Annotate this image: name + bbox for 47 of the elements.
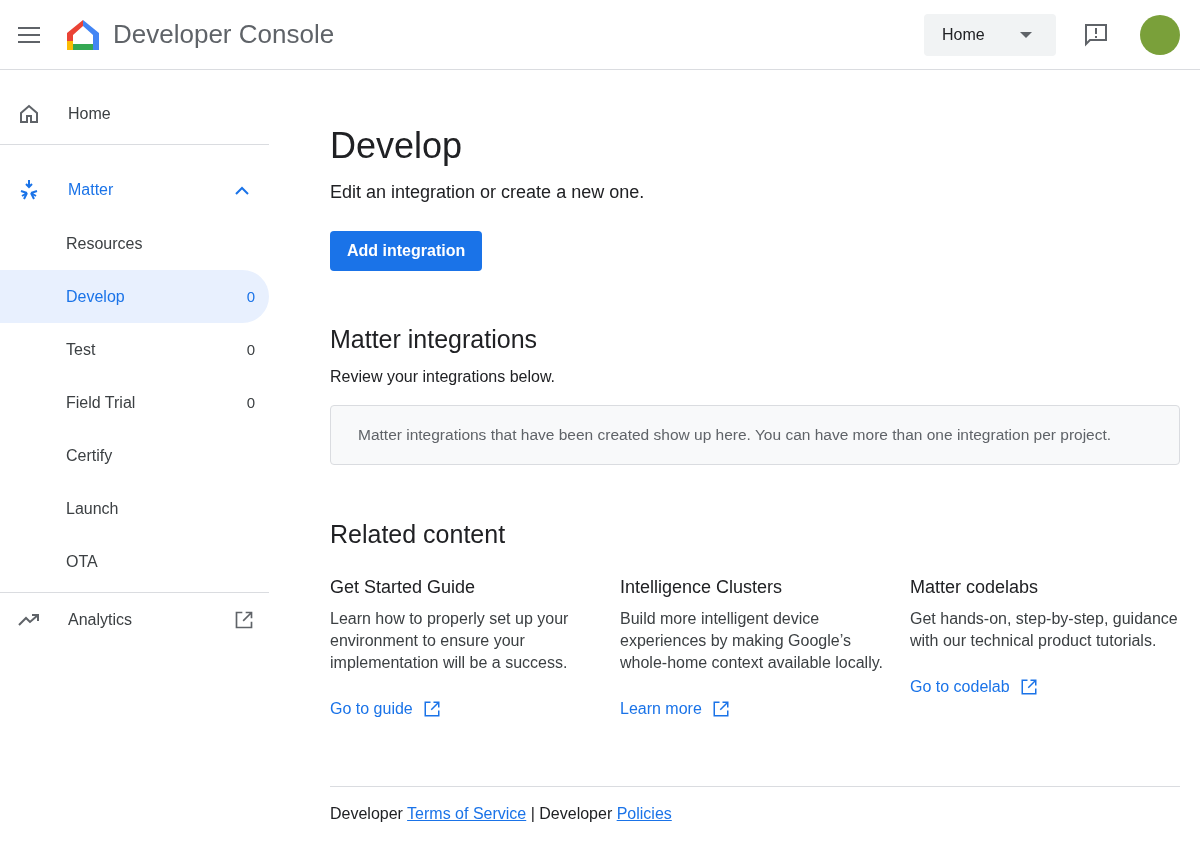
nav-section-header[interactable]: Matter — [0, 163, 269, 217]
nav-item[interactable]: Develop 0 — [0, 270, 269, 323]
footer-text: | Developer — [529, 805, 614, 822]
count: 0 — [246, 394, 255, 411]
avatar[interactable] — [1140, 14, 1180, 55]
card-title: Intelligence Clusters — [620, 577, 784, 598]
nav-item[interactable]: Field Trial 0 — [0, 376, 269, 429]
caret-icon — [1020, 31, 1032, 38]
menu-icon[interactable] — [18, 26, 40, 43]
matter-icon — [18, 180, 40, 200]
external-link-icon — [1019, 678, 1038, 696]
nav-item[interactable]: Resources — [0, 217, 269, 270]
nav-item[interactable]: Test 0 — [0, 323, 269, 376]
house-icon — [18, 103, 40, 124]
count: 0 — [246, 341, 255, 358]
app-title: Developer Console — [113, 19, 335, 50]
footer-link[interactable]: Policies — [616, 805, 672, 822]
section-title: Matter integrations — [330, 325, 539, 354]
count: 0 — [246, 288, 255, 305]
section-title: Related content — [330, 520, 507, 549]
external-link-icon — [233, 609, 255, 630]
nav-item[interactable]: OTA — [0, 535, 269, 588]
card-title: Get Started Guide — [330, 577, 477, 598]
external-link-icon — [711, 700, 730, 718]
card-text: Learn how to properly set up your environment to ensure your implementation will be a success. — [330, 609, 570, 673]
page-subtitle: Edit an integration or create a new one. — [330, 182, 646, 203]
card-text: Get hands-on, step-by-step, guidance with our technical product tutorials. — [910, 609, 1179, 651]
feedback-icon[interactable] — [1084, 22, 1108, 47]
card-text: Build more intelligent device experiences by making Google’s whole-home context available locally. — [620, 609, 884, 673]
nav-item[interactable]: Certify — [0, 429, 269, 482]
empty-state-note: Matter integrations that have been created show up here. You can have more than one integration per project. — [330, 405, 1180, 465]
card-title: Matter codelabs — [910, 577, 1040, 598]
nav-item[interactable]: Analytics — [0, 593, 269, 646]
nav-item[interactable]: Home — [0, 87, 269, 140]
footer-link[interactable]: Terms of Service — [407, 805, 527, 822]
page-title: Develop — [330, 125, 464, 167]
external-link-icon — [422, 700, 441, 718]
card-link[interactable]: Go to codelab — [910, 678, 1038, 696]
card-link[interactable]: Go to guide — [330, 700, 441, 718]
add-integration-button[interactable]: Add integration — [330, 231, 483, 271]
house-logo-icon — [66, 18, 100, 51]
nav-item[interactable]: Launch — [0, 482, 269, 535]
section-subtitle: Review your integrations below. — [330, 368, 556, 386]
footer-text: Developer — [330, 805, 404, 822]
trend-up-icon — [18, 613, 40, 626]
card-link[interactable]: Learn more — [620, 700, 730, 718]
project-dropdown[interactable]: Home — [924, 13, 1056, 56]
